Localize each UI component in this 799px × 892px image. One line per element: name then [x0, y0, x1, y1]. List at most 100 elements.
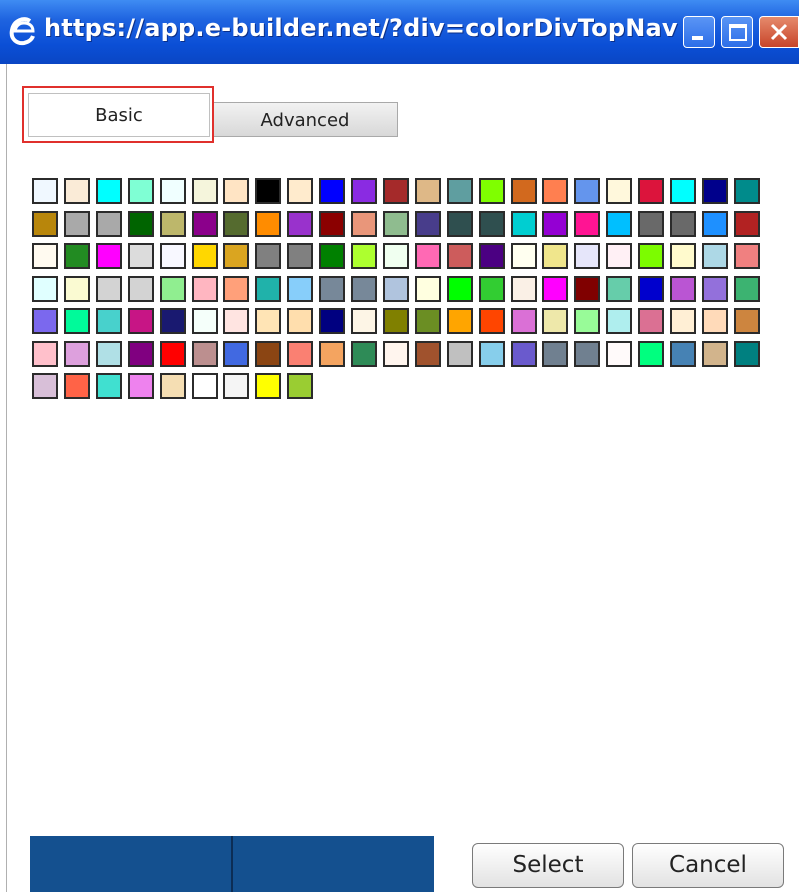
color-swatch[interactable]: [351, 308, 377, 334]
color-swatch[interactable]: [542, 341, 568, 367]
color-swatch[interactable]: [415, 211, 441, 237]
color-swatch[interactable]: [287, 243, 313, 269]
color-swatch[interactable]: [287, 341, 313, 367]
color-swatch[interactable]: [702, 243, 728, 269]
color-swatch[interactable]: [734, 243, 760, 269]
color-swatch[interactable]: [128, 373, 154, 399]
color-swatch[interactable]: [160, 243, 186, 269]
color-swatch[interactable]: [606, 211, 632, 237]
color-swatch[interactable]: [447, 178, 473, 204]
color-swatch[interactable]: [223, 341, 249, 367]
color-swatch[interactable]: [96, 178, 122, 204]
color-swatch[interactable]: [192, 178, 218, 204]
color-swatch[interactable]: [32, 211, 58, 237]
color-swatch[interactable]: [32, 308, 58, 334]
color-swatch[interactable]: [479, 341, 505, 367]
color-swatch[interactable]: [511, 178, 537, 204]
color-swatch[interactable]: [702, 308, 728, 334]
color-swatch[interactable]: [511, 276, 537, 302]
color-swatch[interactable]: [574, 211, 600, 237]
color-swatch[interactable]: [606, 243, 632, 269]
color-swatch[interactable]: [734, 308, 760, 334]
color-swatch[interactable]: [255, 211, 281, 237]
close-button[interactable]: [759, 16, 799, 48]
color-swatch[interactable]: [479, 178, 505, 204]
color-swatch[interactable]: [192, 341, 218, 367]
color-swatch[interactable]: [64, 243, 90, 269]
color-swatch[interactable]: [670, 178, 696, 204]
color-swatch[interactable]: [606, 308, 632, 334]
color-swatch[interactable]: [415, 178, 441, 204]
color-swatch[interactable]: [192, 373, 218, 399]
color-swatch[interactable]: [415, 243, 441, 269]
color-swatch[interactable]: [638, 341, 664, 367]
color-swatch[interactable]: [96, 341, 122, 367]
color-swatch[interactable]: [383, 276, 409, 302]
color-swatch[interactable]: [128, 243, 154, 269]
color-swatch[interactable]: [192, 276, 218, 302]
color-swatch[interactable]: [255, 276, 281, 302]
color-swatch[interactable]: [383, 243, 409, 269]
color-swatch[interactable]: [32, 373, 58, 399]
cancel-button[interactable]: Cancel: [632, 843, 784, 888]
color-swatch[interactable]: [351, 178, 377, 204]
color-swatch[interactable]: [542, 211, 568, 237]
color-swatch[interactable]: [160, 308, 186, 334]
color-swatch[interactable]: [32, 276, 58, 302]
color-swatch[interactable]: [319, 341, 345, 367]
color-swatch[interactable]: [415, 276, 441, 302]
color-swatch[interactable]: [223, 373, 249, 399]
color-swatch[interactable]: [287, 276, 313, 302]
color-swatch[interactable]: [319, 178, 345, 204]
color-swatch[interactable]: [96, 308, 122, 334]
color-swatch[interactable]: [255, 243, 281, 269]
color-swatch[interactable]: [638, 308, 664, 334]
color-swatch[interactable]: [670, 341, 696, 367]
color-swatch[interactable]: [383, 211, 409, 237]
color-swatch[interactable]: [702, 178, 728, 204]
color-swatch[interactable]: [223, 178, 249, 204]
color-swatch[interactable]: [255, 373, 281, 399]
color-swatch[interactable]: [383, 341, 409, 367]
color-swatch[interactable]: [511, 211, 537, 237]
color-swatch[interactable]: [447, 243, 473, 269]
color-swatch[interactable]: [319, 243, 345, 269]
color-swatch[interactable]: [64, 178, 90, 204]
color-swatch[interactable]: [32, 178, 58, 204]
color-swatch[interactable]: [287, 178, 313, 204]
color-swatch[interactable]: [447, 276, 473, 302]
color-swatch[interactable]: [128, 341, 154, 367]
color-swatch[interactable]: [479, 276, 505, 302]
color-swatch[interactable]: [511, 341, 537, 367]
color-swatch[interactable]: [447, 341, 473, 367]
tab-advanced[interactable]: Advanced: [212, 102, 398, 137]
color-swatch[interactable]: [351, 243, 377, 269]
color-swatch[interactable]: [734, 211, 760, 237]
color-swatch[interactable]: [192, 308, 218, 334]
color-swatch[interactable]: [96, 276, 122, 302]
color-swatch[interactable]: [32, 243, 58, 269]
color-swatch[interactable]: [192, 211, 218, 237]
color-swatch[interactable]: [638, 243, 664, 269]
color-swatch[interactable]: [287, 373, 313, 399]
color-swatch[interactable]: [702, 341, 728, 367]
color-swatch[interactable]: [351, 341, 377, 367]
color-swatch[interactable]: [64, 341, 90, 367]
color-swatch[interactable]: [606, 178, 632, 204]
color-swatch[interactable]: [638, 211, 664, 237]
color-swatch[interactable]: [734, 341, 760, 367]
color-swatch[interactable]: [319, 276, 345, 302]
color-swatch[interactable]: [223, 211, 249, 237]
color-swatch[interactable]: [351, 211, 377, 237]
color-swatch[interactable]: [96, 243, 122, 269]
color-swatch[interactable]: [479, 308, 505, 334]
color-swatch[interactable]: [128, 211, 154, 237]
color-swatch[interactable]: [255, 341, 281, 367]
color-swatch[interactable]: [574, 308, 600, 334]
color-swatch[interactable]: [670, 243, 696, 269]
color-swatch[interactable]: [128, 276, 154, 302]
color-swatch[interactable]: [447, 308, 473, 334]
color-swatch[interactable]: [96, 373, 122, 399]
color-swatch[interactable]: [64, 308, 90, 334]
color-swatch[interactable]: [64, 211, 90, 237]
